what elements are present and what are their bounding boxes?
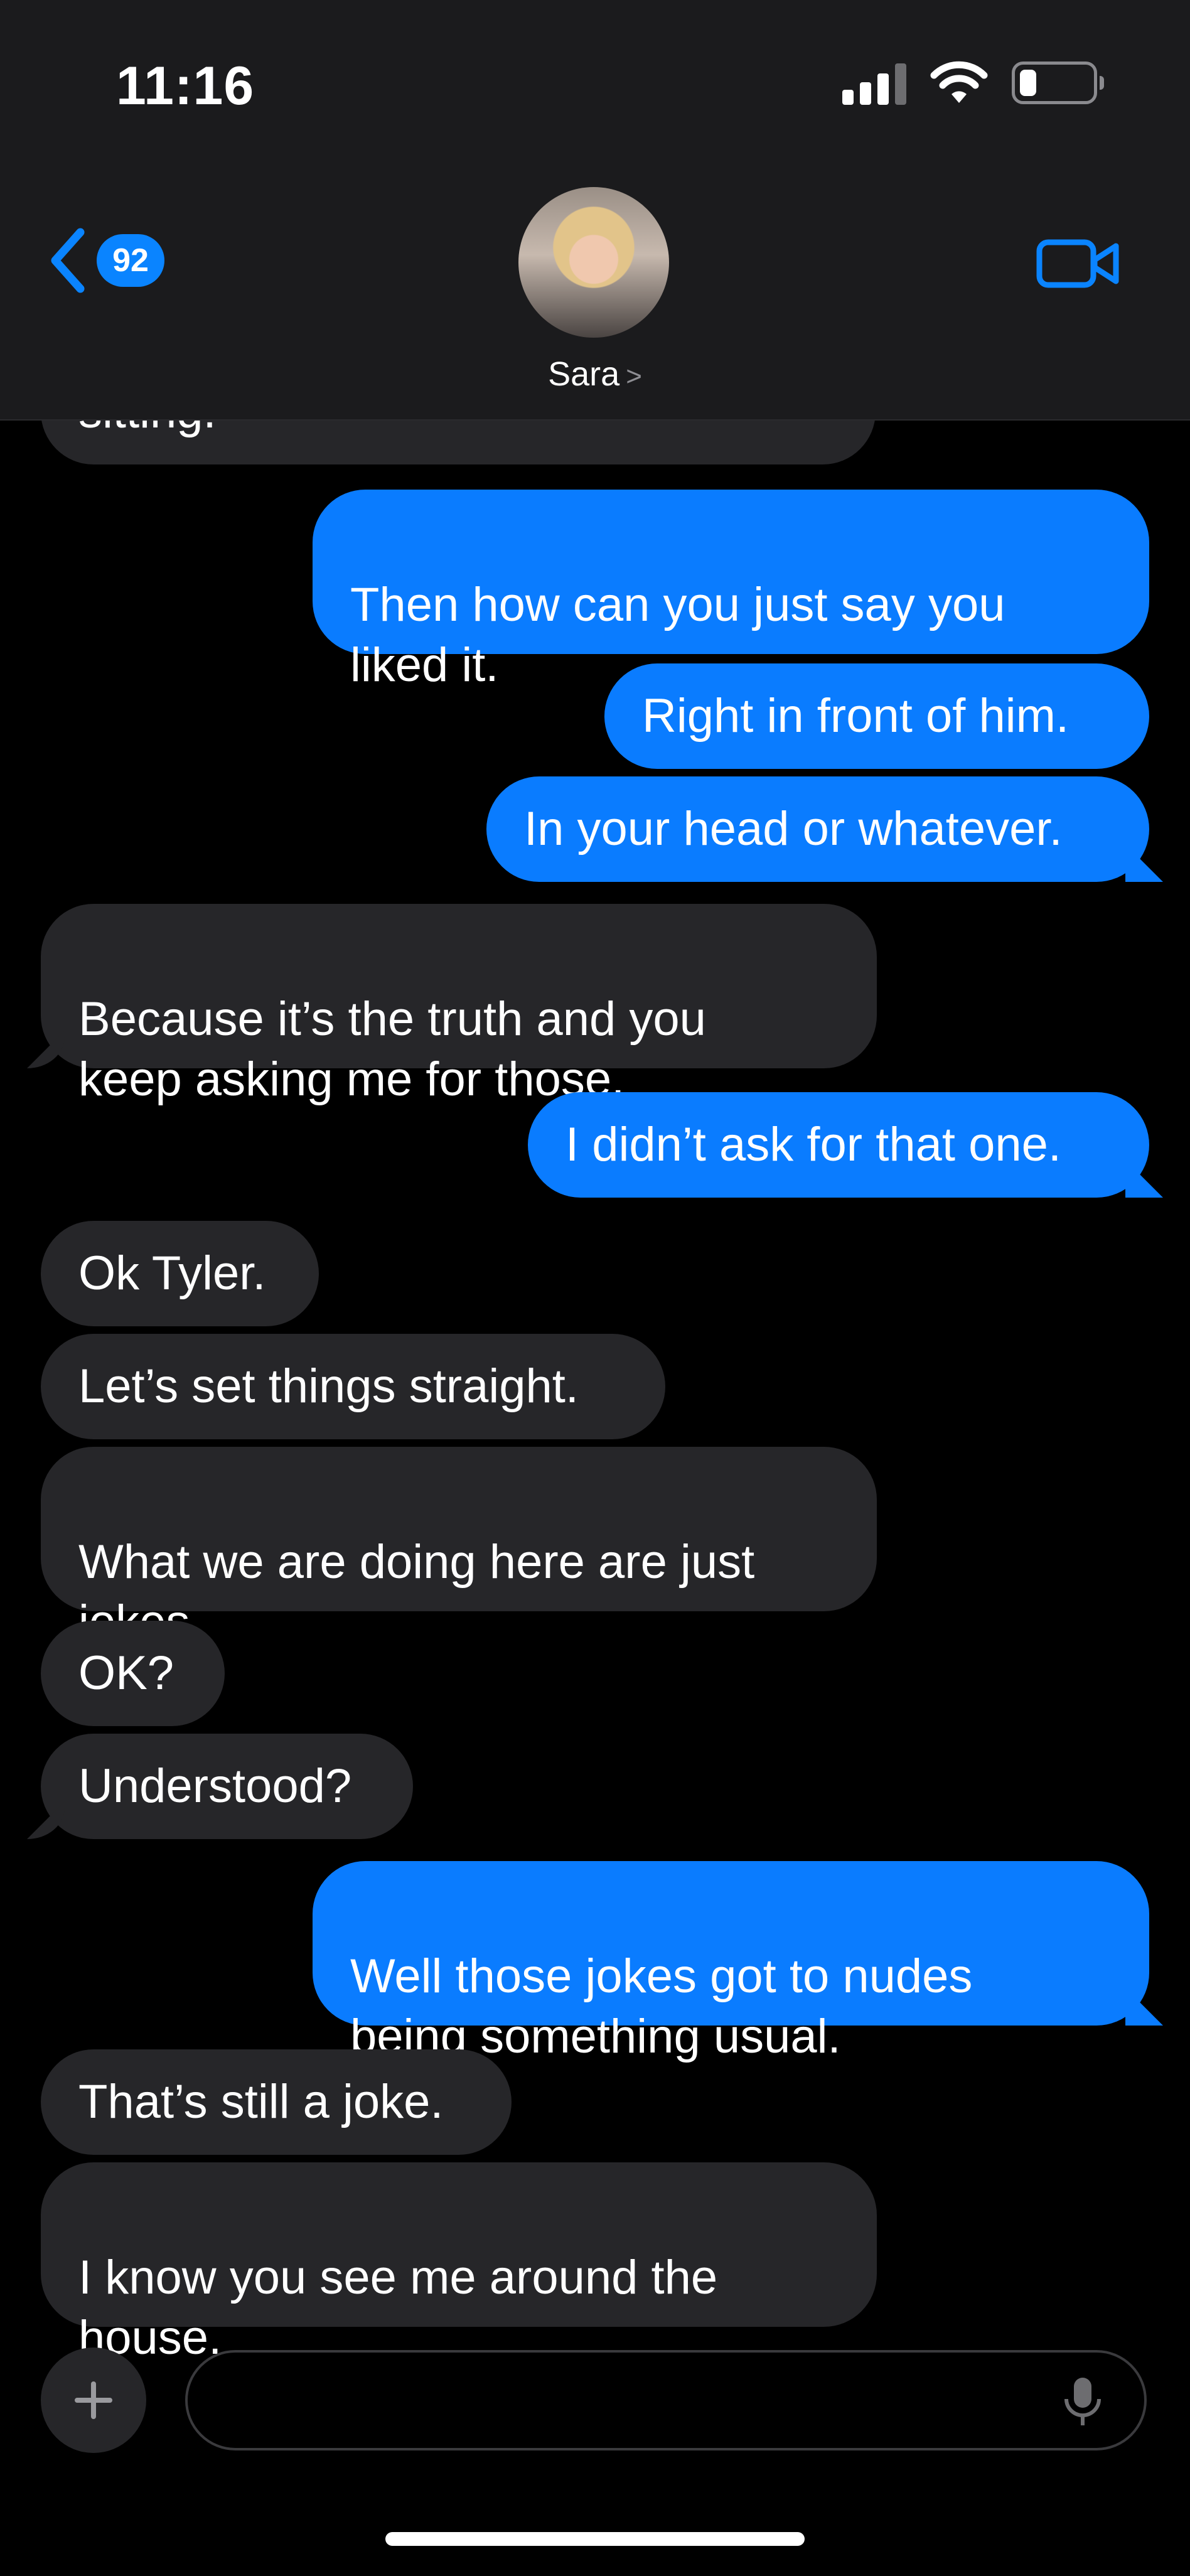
messages-app: sitting. Then how can you just say you l… bbox=[0, 0, 1190, 2576]
message-text: OK? bbox=[78, 1646, 174, 1700]
message-text: That’s still a joke. bbox=[78, 2075, 444, 2128]
message-incoming: Understood? bbox=[41, 1734, 413, 1839]
message-text: Right in front of him. bbox=[642, 689, 1069, 743]
message-outgoing: Right in front of him. bbox=[604, 663, 1149, 769]
message-text: Well those jokes got to nudes being some… bbox=[350, 1950, 973, 2063]
message-outgoing: Then how can you just say you liked it. bbox=[313, 490, 1149, 692]
conversation-header: 11:16 92 Sara > bbox=[0, 0, 1190, 421]
message-text: Let’s set things straight. bbox=[78, 1360, 579, 1413]
message-outgoing: Well those jokes got to nudes being some… bbox=[313, 1861, 1149, 2063]
add-attachment-button[interactable] bbox=[41, 2348, 146, 2453]
contact-name-label: Sara bbox=[548, 355, 620, 393]
message-incoming: What we are doing here are just jokes. bbox=[41, 1447, 877, 1649]
plus-icon bbox=[75, 2381, 112, 2419]
message-incoming: I know you see me around the house. bbox=[41, 2162, 877, 2364]
contact-avatar[interactable] bbox=[518, 187, 669, 338]
message-incoming: OK? bbox=[41, 1621, 225, 1726]
message-input[interactable] bbox=[225, 2353, 1044, 2449]
message-incoming: Because it’s the truth and you keep aski… bbox=[41, 904, 877, 1106]
message-outgoing: I didn’t ask for that one. bbox=[528, 1092, 1149, 1198]
message-outgoing: In your head or whatever. bbox=[486, 776, 1149, 882]
chevron-right-icon: > bbox=[626, 361, 642, 392]
message-text: In your head or whatever. bbox=[524, 802, 1063, 856]
chevron-left-icon bbox=[51, 228, 85, 293]
microphone-icon[interactable] bbox=[1059, 2375, 1107, 2428]
wifi-icon bbox=[930, 61, 988, 103]
message-text: I know you see me around the house. bbox=[78, 2251, 718, 2364]
unread-count-badge: 92 bbox=[97, 234, 164, 287]
cellular-signal-icon bbox=[842, 61, 906, 105]
message-incoming: That’s still a joke. bbox=[41, 2049, 512, 2155]
message-text: Understood? bbox=[78, 1759, 352, 1813]
back-button[interactable]: 92 bbox=[45, 226, 164, 295]
home-indicator bbox=[385, 2532, 805, 2546]
message-incoming: Ok Tyler. bbox=[41, 1221, 319, 1326]
battery-icon bbox=[1012, 62, 1104, 104]
video-camera-icon[interactable] bbox=[1036, 233, 1121, 294]
message-text: Because it’s the truth and you keep aski… bbox=[78, 992, 706, 1106]
contact-name[interactable]: Sara > bbox=[0, 355, 1190, 394]
status-icons bbox=[842, 58, 1104, 108]
message-text: I didn’t ask for that one. bbox=[566, 1118, 1062, 1171]
message-incoming: Let’s set things straight. bbox=[41, 1334, 665, 1439]
status-time: 11:16 bbox=[116, 56, 255, 116]
message-input-field[interactable] bbox=[185, 2350, 1147, 2450]
message-text: Ok Tyler. bbox=[78, 1247, 266, 1300]
